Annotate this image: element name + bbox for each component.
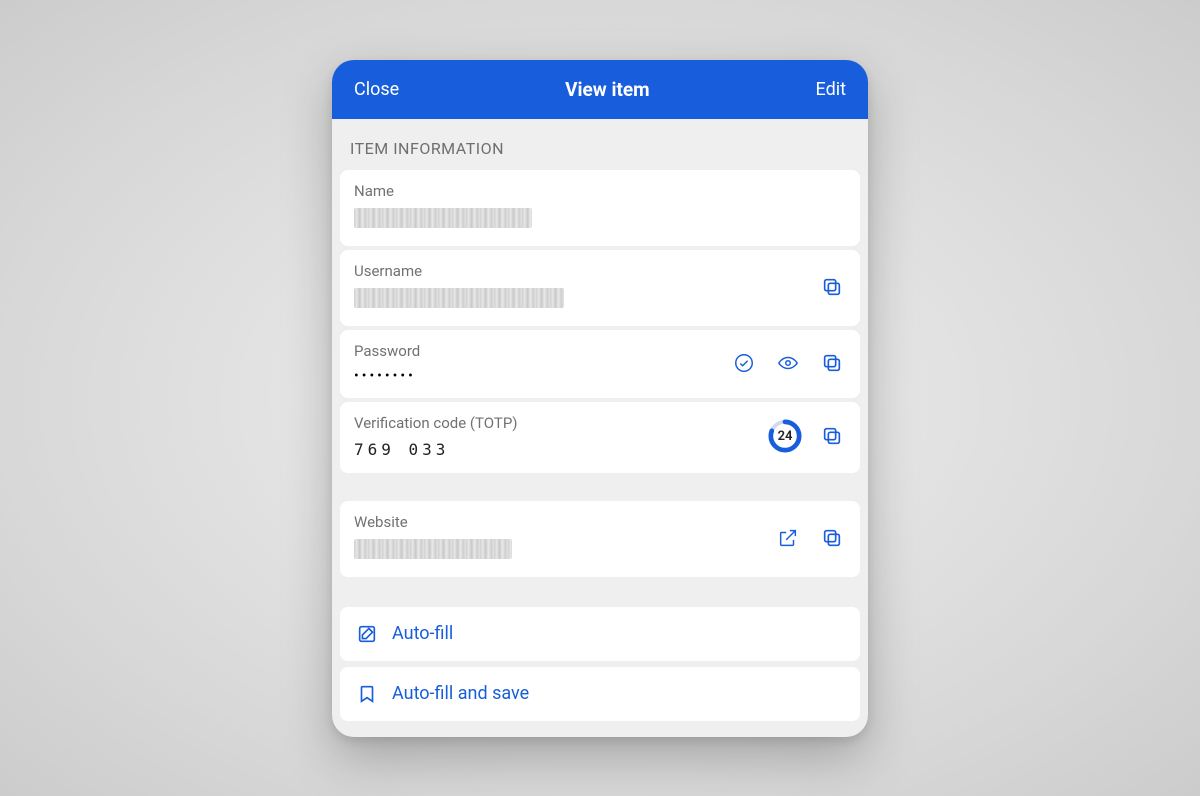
item-info-group: Name Username Password •••••••• (340, 170, 860, 473)
check-password-button[interactable] (730, 349, 758, 377)
password-row: Password •••••••• (340, 330, 860, 398)
copy-website-button[interactable] (818, 524, 846, 552)
view-item-card: Close View item Edit ITEM INFORMATION Na… (332, 60, 868, 737)
password-label: Password (354, 342, 720, 360)
autofill-button[interactable]: Auto-fill (340, 607, 860, 661)
copy-password-button[interactable] (818, 349, 846, 377)
username-label: Username (354, 262, 808, 280)
section-title: ITEM INFORMATION (332, 119, 868, 170)
website-value-redacted (354, 539, 512, 559)
check-circle-icon (733, 352, 755, 374)
copy-username-button[interactable] (818, 273, 846, 301)
totp-label: Verification code (TOTP) (354, 414, 758, 432)
eye-icon (777, 352, 799, 374)
autofill-save-button[interactable]: Auto-fill and save (340, 667, 860, 721)
bookmark-icon (356, 683, 378, 705)
password-value-masked: •••••••• (354, 368, 720, 384)
launch-website-button[interactable] (774, 524, 802, 552)
website-row: Website (340, 501, 860, 577)
totp-countdown: 24 (768, 419, 802, 453)
copy-icon (821, 527, 843, 549)
copy-icon (821, 276, 843, 298)
website-group: Website (340, 501, 860, 577)
modal-title: View item (565, 78, 650, 101)
edit-button[interactable]: Edit (816, 79, 846, 100)
autofill-save-label: Auto-fill and save (392, 683, 529, 704)
website-label: Website (354, 513, 764, 531)
username-row: Username (340, 250, 860, 326)
toggle-password-visibility-button[interactable] (774, 349, 802, 377)
username-value-redacted (354, 288, 564, 308)
copy-icon (821, 352, 843, 374)
autofill-label: Auto-fill (392, 623, 453, 644)
modal-header: Close View item Edit (332, 60, 868, 119)
name-label: Name (354, 182, 846, 200)
totp-code: 769 033 (354, 440, 758, 459)
totp-seconds: 24 (768, 419, 802, 453)
edit-square-icon (356, 623, 378, 645)
external-link-icon (777, 527, 799, 549)
close-button[interactable]: Close (354, 79, 399, 100)
copy-icon (821, 425, 843, 447)
name-value-redacted (354, 208, 532, 228)
copy-totp-button[interactable] (818, 422, 846, 450)
name-row: Name (340, 170, 860, 246)
totp-row: Verification code (TOTP) 769 033 24 (340, 402, 860, 473)
